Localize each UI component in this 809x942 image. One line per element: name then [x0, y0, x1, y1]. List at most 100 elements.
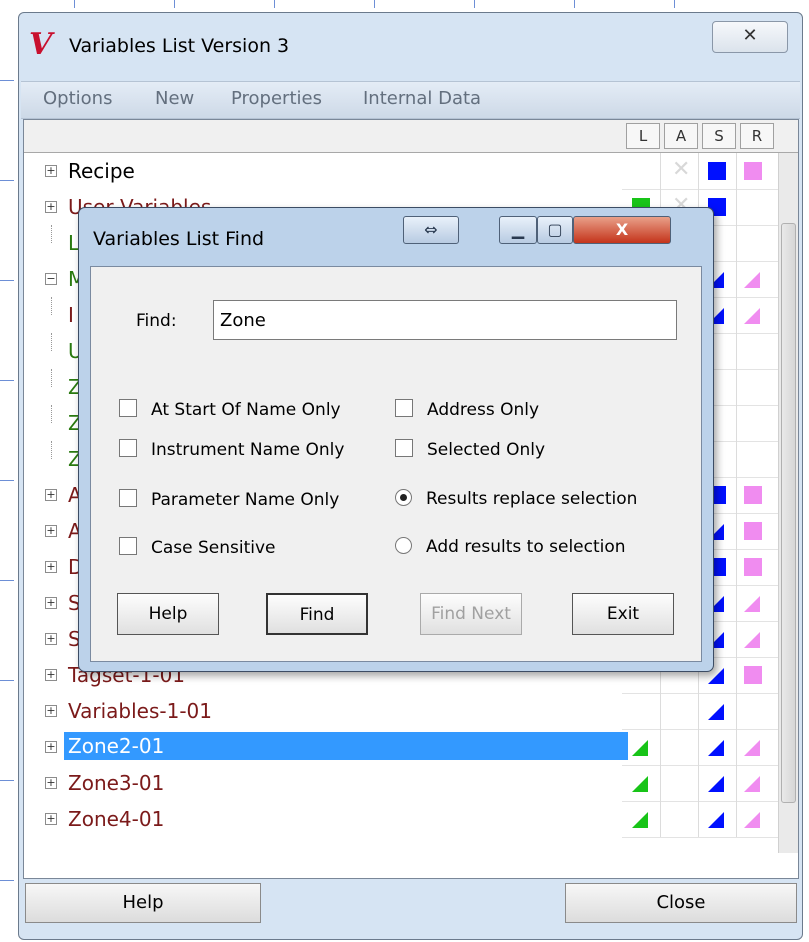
find-next-button[interactable]: Find Next	[420, 593, 522, 635]
pink-triangle-flag-icon[interactable]	[744, 776, 760, 792]
flag-row	[622, 801, 778, 838]
bg-dash	[0, 780, 14, 781]
expand-icon[interactable]: +	[45, 201, 57, 213]
close-button[interactable]: Close	[565, 883, 797, 923]
find-dialog: Variables List Find ⇔ ▁ ▢ X Find: At Sta…	[78, 207, 714, 672]
checkbox-address-only[interactable]: Address Only	[395, 399, 539, 420]
blue-triangle-flag-icon[interactable]	[708, 704, 724, 720]
tree-row[interactable]: + Recipe	[24, 153, 620, 189]
checkbox-at-start-of-name-only[interactable]: At Start Of Name Only	[119, 399, 341, 420]
find-button[interactable]: Find	[266, 593, 368, 635]
checkbox-box[interactable]	[395, 399, 413, 417]
radio-results-replace-selection[interactable]: Results replace selection	[395, 489, 637, 509]
find-dialog-title: Variables List Find	[93, 228, 265, 250]
checkbox-box[interactable]	[119, 537, 137, 555]
expand-icon[interactable]: +	[45, 669, 57, 681]
collapse-icon[interactable]: −	[45, 273, 57, 285]
blue-triangle-flag-icon[interactable]	[708, 740, 724, 756]
help-button[interactable]: Help	[25, 883, 261, 923]
blue-triangle-flag-icon[interactable]	[708, 776, 724, 792]
expand-icon[interactable]: +	[45, 525, 57, 537]
checkbox-box[interactable]	[119, 399, 137, 417]
checkbox-box[interactable]	[119, 489, 137, 507]
minimize-button[interactable]: ▁	[499, 216, 537, 244]
flag-row	[622, 693, 778, 730]
column-divider	[736, 693, 737, 729]
maximize-button[interactable]: ▢	[537, 216, 573, 244]
menu-new[interactable]: New	[155, 88, 194, 109]
pink-triangle-flag-icon[interactable]	[744, 812, 760, 828]
green-triangle-flag-icon[interactable]	[632, 740, 648, 756]
pink-triangle-flag-icon[interactable]	[744, 308, 760, 324]
menu-options[interactable]: Options	[43, 88, 112, 109]
checkbox-box[interactable]	[395, 439, 413, 457]
expand-icon[interactable]: +	[45, 561, 57, 573]
checkbox-case-sensitive[interactable]: Case Sensitive	[119, 537, 276, 558]
column-header-r[interactable]: R	[740, 123, 774, 149]
exit-button[interactable]: Exit	[572, 593, 674, 635]
blue-triangle-flag-icon[interactable]	[708, 812, 724, 828]
find-help-button[interactable]: Help	[117, 593, 219, 635]
green-triangle-flag-icon[interactable]	[632, 812, 648, 828]
expand-icon[interactable]: +	[45, 597, 57, 609]
app-logo-icon: V	[29, 27, 53, 62]
checkbox-parameter-name-only[interactable]: Parameter Name Only	[119, 489, 339, 510]
pink-triangle-flag-icon[interactable]	[744, 632, 760, 648]
pink-triangle-flag-icon[interactable]	[744, 272, 760, 288]
scroll-thumb[interactable]	[781, 223, 796, 803]
expand-icon[interactable]: +	[45, 813, 57, 825]
vertical-scrollbar[interactable]	[778, 153, 798, 853]
expand-icon[interactable]: +	[45, 165, 57, 177]
column-divider	[698, 153, 699, 189]
column-divider	[736, 225, 737, 261]
bg-tick	[674, 0, 675, 8]
menu-properties[interactable]: Properties	[231, 88, 322, 109]
window-close-button[interactable]: ✕	[712, 21, 788, 53]
radio-add-results-to-selection[interactable]: Add results to selection	[395, 537, 626, 557]
bg-dash	[0, 80, 14, 81]
radio-button[interactable]	[395, 489, 412, 506]
column-divider	[736, 549, 737, 585]
bg-tick	[574, 0, 575, 8]
column-divider	[660, 729, 661, 765]
resize-button[interactable]: ⇔	[403, 216, 459, 244]
tree-row[interactable]: + Zone3-01	[24, 765, 620, 801]
bg-dash	[0, 380, 14, 381]
pink-square-flag-icon[interactable]	[744, 522, 762, 540]
checkbox-instrument-name-only[interactable]: Instrument Name Only	[119, 439, 344, 460]
tree-row-label: Zone2-01	[64, 732, 628, 760]
column-header-l[interactable]: L	[626, 123, 660, 149]
disabled-x-icon[interactable]: ✕	[672, 157, 690, 182]
tree-row[interactable]: + Variables-1-01	[24, 693, 620, 729]
tree-row[interactable]: + Zone2-01	[24, 729, 628, 765]
blue-square-flag-icon[interactable]	[708, 162, 726, 180]
checkbox-box[interactable]	[119, 439, 137, 457]
pink-square-flag-icon[interactable]	[744, 162, 762, 180]
tree-row-label: Zone3-01	[68, 771, 165, 795]
column-divider	[736, 441, 737, 477]
pink-square-flag-icon[interactable]	[744, 558, 762, 576]
expand-icon[interactable]: +	[45, 777, 57, 789]
green-triangle-flag-icon[interactable]	[632, 776, 648, 792]
checkbox-selected-only[interactable]: Selected Only	[395, 439, 545, 460]
pink-square-flag-icon[interactable]	[744, 666, 762, 684]
expand-icon[interactable]: +	[45, 705, 57, 717]
find-input[interactable]	[213, 300, 677, 340]
radio-button[interactable]	[395, 537, 412, 554]
flag-row	[622, 729, 778, 766]
column-header-a[interactable]: A	[664, 123, 698, 149]
tree-row[interactable]: + Zone4-01	[24, 801, 620, 837]
tree-connector	[51, 225, 52, 243]
pink-triangle-flag-icon[interactable]	[744, 740, 760, 756]
menu-internal-data[interactable]: Internal Data	[363, 88, 481, 109]
expand-icon[interactable]: +	[45, 489, 57, 501]
title-bar[interactable]: V Variables List Version 3 ✕	[19, 13, 802, 73]
pink-square-flag-icon[interactable]	[744, 486, 762, 504]
bg-tick	[74, 0, 75, 8]
column-header-s[interactable]: S	[702, 123, 736, 149]
pink-triangle-flag-icon[interactable]	[744, 596, 760, 612]
expand-icon[interactable]: +	[45, 633, 57, 645]
column-divider	[736, 153, 737, 189]
dialog-close-button[interactable]: X	[573, 216, 671, 244]
expand-icon[interactable]: +	[45, 741, 57, 753]
